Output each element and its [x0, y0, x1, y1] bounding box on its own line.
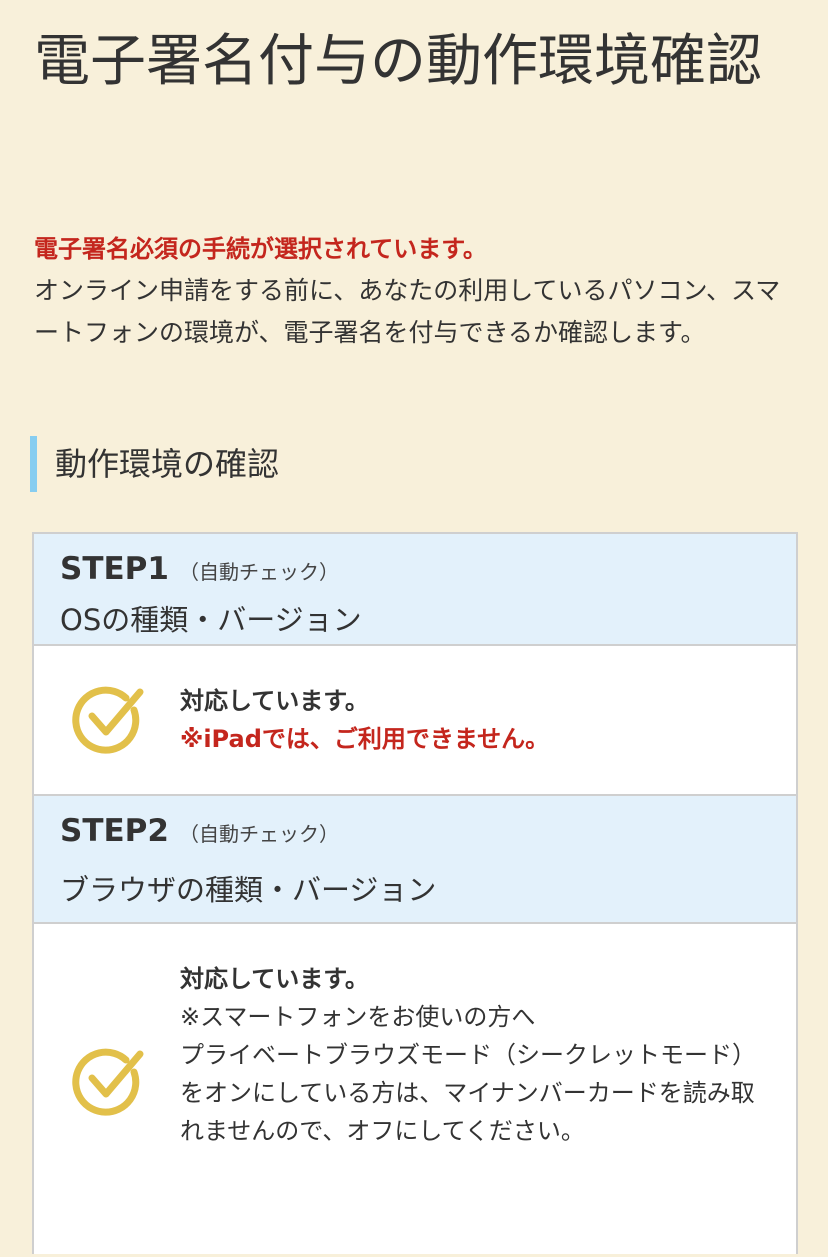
section-heading: 動作環境の確認	[30, 436, 279, 492]
step1-target: OSの種類・バージョン	[60, 603, 362, 637]
step2-header: STEP2 （自動チェック） ブラウザの種類・バージョン	[34, 796, 796, 924]
intro-text: 電子署名必須の手続が選択されています。 オンライン申請をする前に、あなたの利用し…	[34, 228, 804, 354]
step1-note: ※iPadでは、ご利用できません。	[180, 725, 550, 753]
step1-result: 対応しています。 ※iPadでは、ご利用できません。	[34, 646, 796, 796]
step2-note: ※スマートフォンをお使いの方へ プライベートブラウズモード（シークレットモード）…	[180, 1003, 756, 1145]
step1-status: 対応しています。	[180, 687, 369, 715]
step2-target: ブラウザの種類・バージョン	[60, 873, 437, 907]
step1-number: STEP1	[60, 551, 169, 587]
page-title: 電子署名付与の動作環境確認	[34, 29, 762, 94]
step2-status: 対応しています。	[180, 965, 369, 993]
step2-result: 対応しています。 ※スマートフォンをお使いの方へ プライベートブラウズモード（シ…	[34, 924, 796, 1254]
check-circle-icon	[68, 1042, 148, 1122]
step1-result-text: 対応しています。 ※iPadでは、ご利用できません。	[180, 682, 776, 758]
step1-header: STEP1 （自動チェック） OSの種類・バージョン	[34, 534, 796, 646]
alert-message: 電子署名必須の手続が選択されています。	[34, 235, 487, 263]
step2-mode: （自動チェック）	[178, 822, 339, 846]
step2-number: STEP2	[60, 813, 169, 849]
page: 電子署名付与の動作環境確認 電子署名必須の手続が選択されています。 オンライン申…	[0, 0, 828, 1257]
step1-mode: （自動チェック）	[178, 560, 339, 584]
check-circle-icon	[68, 680, 148, 760]
step2-result-text: 対応しています。 ※スマートフォンをお使いの方へ プライベートブラウズモード（シ…	[180, 960, 776, 1150]
steps-table: STEP1 （自動チェック） OSの種類・バージョン 対応しています。 ※iPa…	[32, 532, 798, 1254]
description-text: オンライン申請をする前に、あなたの利用しているパソコン、スマートフォンの環境が、…	[34, 276, 781, 347]
